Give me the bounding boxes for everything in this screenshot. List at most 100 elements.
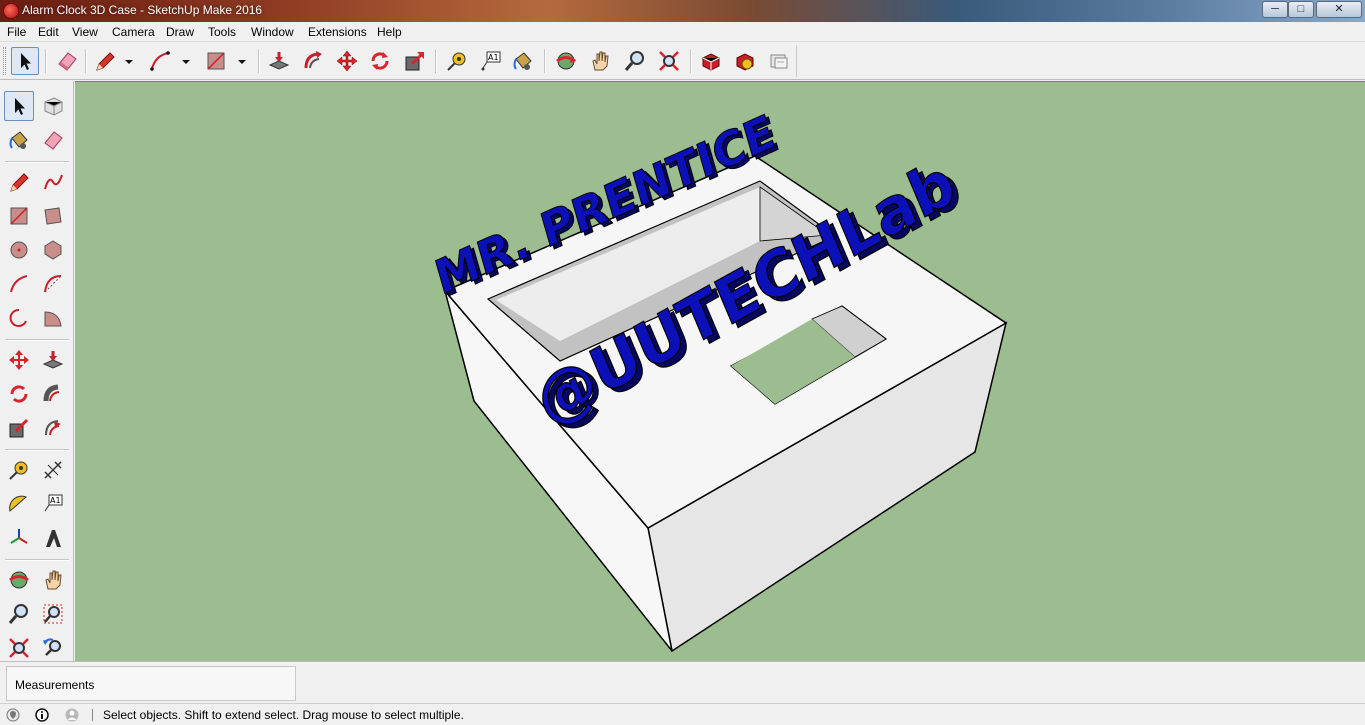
menu-window[interactable]: Window <box>251 25 294 39</box>
menu-tools[interactable]: Tools <box>208 25 236 39</box>
palette-rotate-button[interactable] <box>4 379 34 409</box>
palette-circle-button[interactable] <box>4 235 34 265</box>
arc-icon <box>10 275 28 293</box>
large-toolset-toolbar: A1 <box>0 42 1365 80</box>
palette-make-component-button[interactable] <box>38 91 68 121</box>
title-bar: Alarm Clock 3D Case - SketchUp Make 2016… <box>0 0 1365 22</box>
zoom-extents-icon <box>9 638 29 658</box>
zoom-magnifier-icon <box>8 604 28 624</box>
toolbar-eraser-button[interactable] <box>53 47 81 75</box>
rotated-rectangle-icon <box>44 207 62 225</box>
measurements-toolbar: Measurements <box>0 661 1365 703</box>
model-canvas[interactable]: MR. PRENTICE MR. PRENTICE @UUTECHLab @UU… <box>75 82 1365 661</box>
model-viewport[interactable]: MR. PRENTICE MR. PRENTICE @UUTECHLab @UU… <box>75 81 1365 661</box>
toolbar-separator <box>690 49 691 73</box>
palette-orbit-button[interactable] <box>4 565 34 595</box>
rectangle-dropdown-icon[interactable] <box>237 57 247 67</box>
toolbar-layout-button[interactable] <box>765 47 793 75</box>
palette-protractor-button[interactable] <box>4 489 34 519</box>
palette-arc-button[interactable] <box>4 269 34 299</box>
palette-zoom-window-button[interactable] <box>38 599 68 629</box>
toolbar-pencil-button[interactable] <box>91 47 119 75</box>
menu-file[interactable]: File <box>7 25 26 39</box>
toolbar-zoom-button[interactable] <box>621 47 649 75</box>
two-point-arc-icon <box>44 275 62 293</box>
menu-draw[interactable]: Draw <box>166 25 194 39</box>
rotate-icon <box>10 385 28 403</box>
arc-dropdown-icon[interactable] <box>181 57 191 67</box>
dimensions-icon <box>44 461 62 479</box>
palette-rectangle-button[interactable] <box>4 201 34 231</box>
toolbar-orbit-button[interactable] <box>552 47 580 75</box>
palette-3d-text-button[interactable] <box>38 523 68 553</box>
palette-push-pull-button[interactable] <box>38 345 68 375</box>
three-point-arc-icon <box>9 308 27 327</box>
toolbar-grip[interactable] <box>3 47 6 75</box>
toolbar-pan-button[interactable] <box>586 47 614 75</box>
menu-extensions[interactable]: Extensions <box>308 25 367 39</box>
menu-view[interactable]: View <box>72 25 98 39</box>
toolbar-select-button[interactable] <box>11 47 39 75</box>
credits-icon[interactable] <box>34 707 50 723</box>
extension-warehouse-icon <box>736 53 754 71</box>
toolbar-paint-bucket-button[interactable] <box>509 47 537 75</box>
minimize-button[interactable]: ─ <box>1262 1 1288 18</box>
palette-zoom-button[interactable] <box>4 599 34 629</box>
rectangle-icon <box>207 52 225 70</box>
palette-freehand-button[interactable] <box>38 167 68 197</box>
toolbar-follow-me-button[interactable] <box>299 47 327 75</box>
close-button[interactable]: ✕ <box>1316 1 1362 18</box>
push-pull-icon <box>268 52 290 70</box>
toolbar-rectangle-button[interactable] <box>202 47 230 75</box>
toolbar-zoom-extents-button[interactable] <box>655 47 683 75</box>
pan-hand-icon <box>45 570 62 590</box>
palette-select-button[interactable] <box>4 91 34 121</box>
freehand-icon <box>44 174 63 190</box>
palette-offset-button[interactable] <box>38 413 68 443</box>
palette-follow-me-button[interactable] <box>38 379 68 409</box>
palette-tape-measure-button[interactable] <box>4 455 34 485</box>
palette-previous-view-button[interactable] <box>38 633 68 663</box>
tape-measure-icon <box>9 461 28 480</box>
palette-three-point-arc-button[interactable] <box>4 303 34 333</box>
palette-paint-bucket-button[interactable] <box>4 125 34 155</box>
sketchup-app-icon[interactable] <box>3 3 19 19</box>
maximize-button[interactable]: □ <box>1288 1 1314 18</box>
zoom-extents-icon <box>659 51 679 71</box>
toolbar-text-button[interactable]: A1 <box>477 47 505 75</box>
toolbar-3d-warehouse-button[interactable] <box>697 47 725 75</box>
toolbar-arc-button[interactable] <box>146 47 174 75</box>
palette-polygon-button[interactable] <box>38 235 68 265</box>
toolbar-push-pull-button[interactable] <box>265 47 293 75</box>
rectangle-icon <box>10 207 28 225</box>
palette-pie-button[interactable] <box>38 303 68 333</box>
menu-edit[interactable]: Edit <box>38 25 59 39</box>
measurements-input[interactable] <box>143 673 291 695</box>
svg-text:A1: A1 <box>50 496 61 505</box>
toolbar-move-button[interactable] <box>333 47 361 75</box>
toolbar-rotate-button[interactable] <box>366 47 394 75</box>
pencil-dropdown-icon[interactable] <box>124 57 134 67</box>
palette-move-button[interactable] <box>4 345 34 375</box>
user-icon[interactable] <box>64 707 80 723</box>
geo-location-icon[interactable] <box>5 707 21 723</box>
toolbar-scale-button[interactable] <box>401 47 429 75</box>
palette-text-button[interactable]: A1 <box>38 489 68 519</box>
palette-zoom-extents-button[interactable] <box>4 633 34 663</box>
palette-pan-button[interactable] <box>38 565 68 595</box>
layout-send-icon <box>770 54 788 69</box>
palette-dimensions-button[interactable] <box>38 455 68 485</box>
toolbar-extension-warehouse-button[interactable] <box>731 47 759 75</box>
toolbar-tape-measure-button[interactable] <box>443 47 471 75</box>
palette-pencil-button[interactable] <box>4 167 34 197</box>
orbit-icon <box>9 571 29 589</box>
menu-help[interactable]: Help <box>377 25 402 39</box>
palette-rotated-rectangle-button[interactable] <box>38 201 68 231</box>
polygon-icon <box>44 240 62 260</box>
palette-eraser-button[interactable] <box>38 125 68 155</box>
palette-two-point-arc-button[interactable] <box>38 269 68 299</box>
palette-scale-button[interactable] <box>4 413 34 443</box>
follow-me-icon <box>43 384 60 402</box>
menu-camera[interactable]: Camera <box>112 25 155 39</box>
palette-axes-button[interactable] <box>4 523 34 553</box>
